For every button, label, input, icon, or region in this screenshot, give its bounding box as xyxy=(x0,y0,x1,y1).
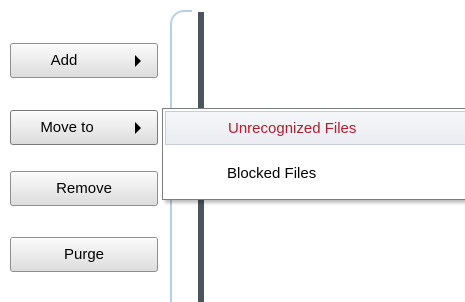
menu-item-label: Blocked Files xyxy=(227,164,317,182)
move-to-button-label: Move to xyxy=(40,119,94,136)
purge-button-label: Purge xyxy=(63,246,105,263)
menu-item-blocked-files[interactable]: Blocked Files xyxy=(165,156,465,190)
purge-button[interactable]: Purge xyxy=(10,237,158,272)
move-to-button[interactable]: Move to xyxy=(10,110,158,145)
menu-item-label: Unrecognized Files xyxy=(228,119,357,137)
submenu-arrow-icon xyxy=(135,54,141,67)
menu-item-unrecognized-files[interactable]: Unrecognized Files xyxy=(165,111,465,145)
remove-button-label: Remove xyxy=(56,180,112,197)
remove-button[interactable]: Remove xyxy=(10,171,158,206)
submenu-arrow-icon xyxy=(135,121,141,134)
add-button[interactable]: Add xyxy=(10,43,158,78)
add-button-label: Add xyxy=(50,52,78,69)
move-to-submenu: Unrecognized Files Blocked Files xyxy=(162,108,465,200)
